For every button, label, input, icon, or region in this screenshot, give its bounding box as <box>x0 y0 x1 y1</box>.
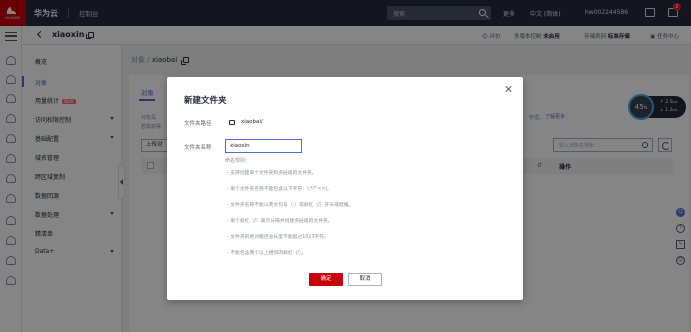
naming-rule: - 单个文件夹名称不能包含以下字符：\:*?"<>|。 <box>227 187 332 192</box>
folder-path-label: 文件夹路径 <box>184 121 212 127</box>
new-folder-dialog: 新建文件夹 文件夹路径 xiaobai/ 文件夹名称 命名规则： - 支持创建单… <box>167 77 523 300</box>
naming-rule: - 不能包含两个以上相邻的斜杠（/）。 <box>227 251 307 256</box>
folder-icon <box>229 119 235 125</box>
naming-rule: - 文件夹的绝对路径总长度不能超过1023字符。 <box>227 235 329 240</box>
naming-rules-title: 命名规则： <box>225 158 251 164</box>
close-icon[interactable] <box>504 85 512 93</box>
naming-rule: - 支持创建单个文件夹和多层级的文件夹。 <box>227 171 317 176</box>
naming-rule: - 单个斜杠（/）表示分隔并创建多层级的文件夹。 <box>227 219 333 224</box>
confirm-button[interactable]: 确定 <box>309 273 343 286</box>
folder-name-label: 文件夹名称 <box>184 145 212 151</box>
folder-path-text: xiaobai/ <box>241 119 263 125</box>
naming-rules: 命名规则： - 支持创建单个文件夹和多层级的文件夹。 - 单个文件夹名称不能包含… <box>225 157 475 259</box>
folder-name-input[interactable] <box>225 139 302 153</box>
naming-rule: - 文件夹名称不能以英文句号（.）或斜杠（/）开头或结尾。 <box>227 203 354 208</box>
folder-path-value: xiaobai/ <box>229 119 263 125</box>
dialog-title: 新建文件夹 <box>184 96 227 106</box>
cancel-button[interactable]: 取消 <box>348 273 382 286</box>
